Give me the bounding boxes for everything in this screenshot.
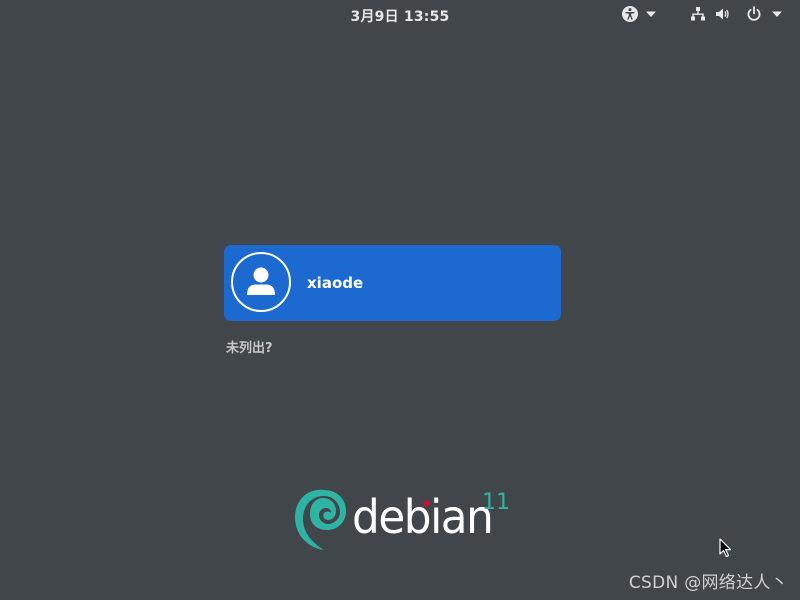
watermark: CSDN @网络达人丶 (628, 573, 788, 593)
debian-dot (423, 500, 430, 507)
login-screen: 3月9日 13:55 xiaode 未列出? debian 11 CSDN @网… (0, 0, 800, 600)
top-bar: 3月9日 13:55 (0, 0, 800, 30)
power-icon (746, 6, 762, 22)
chevron-down-icon (771, 10, 783, 18)
debian-wordmark: debian (352, 490, 494, 544)
debian-version: 11 (482, 490, 510, 515)
debian-logo: debian 11 (290, 486, 520, 556)
network-wired-icon (690, 6, 706, 22)
user-avatar-icon (231, 252, 291, 312)
accessibility-menu[interactable] (621, 3, 657, 25)
debian-swirl-icon (290, 486, 350, 558)
mouse-pointer-icon (719, 538, 733, 562)
user-list-item[interactable]: xiaode (224, 245, 561, 321)
not-listed-link[interactable]: 未列出? (226, 337, 273, 356)
chevron-down-icon (645, 10, 657, 18)
volume-icon (715, 6, 731, 22)
user-name: xiaode (307, 274, 364, 292)
system-menu[interactable] (690, 3, 783, 25)
clock[interactable]: 3月9日 13:55 (0, 6, 800, 26)
accessibility-icon (621, 5, 639, 23)
